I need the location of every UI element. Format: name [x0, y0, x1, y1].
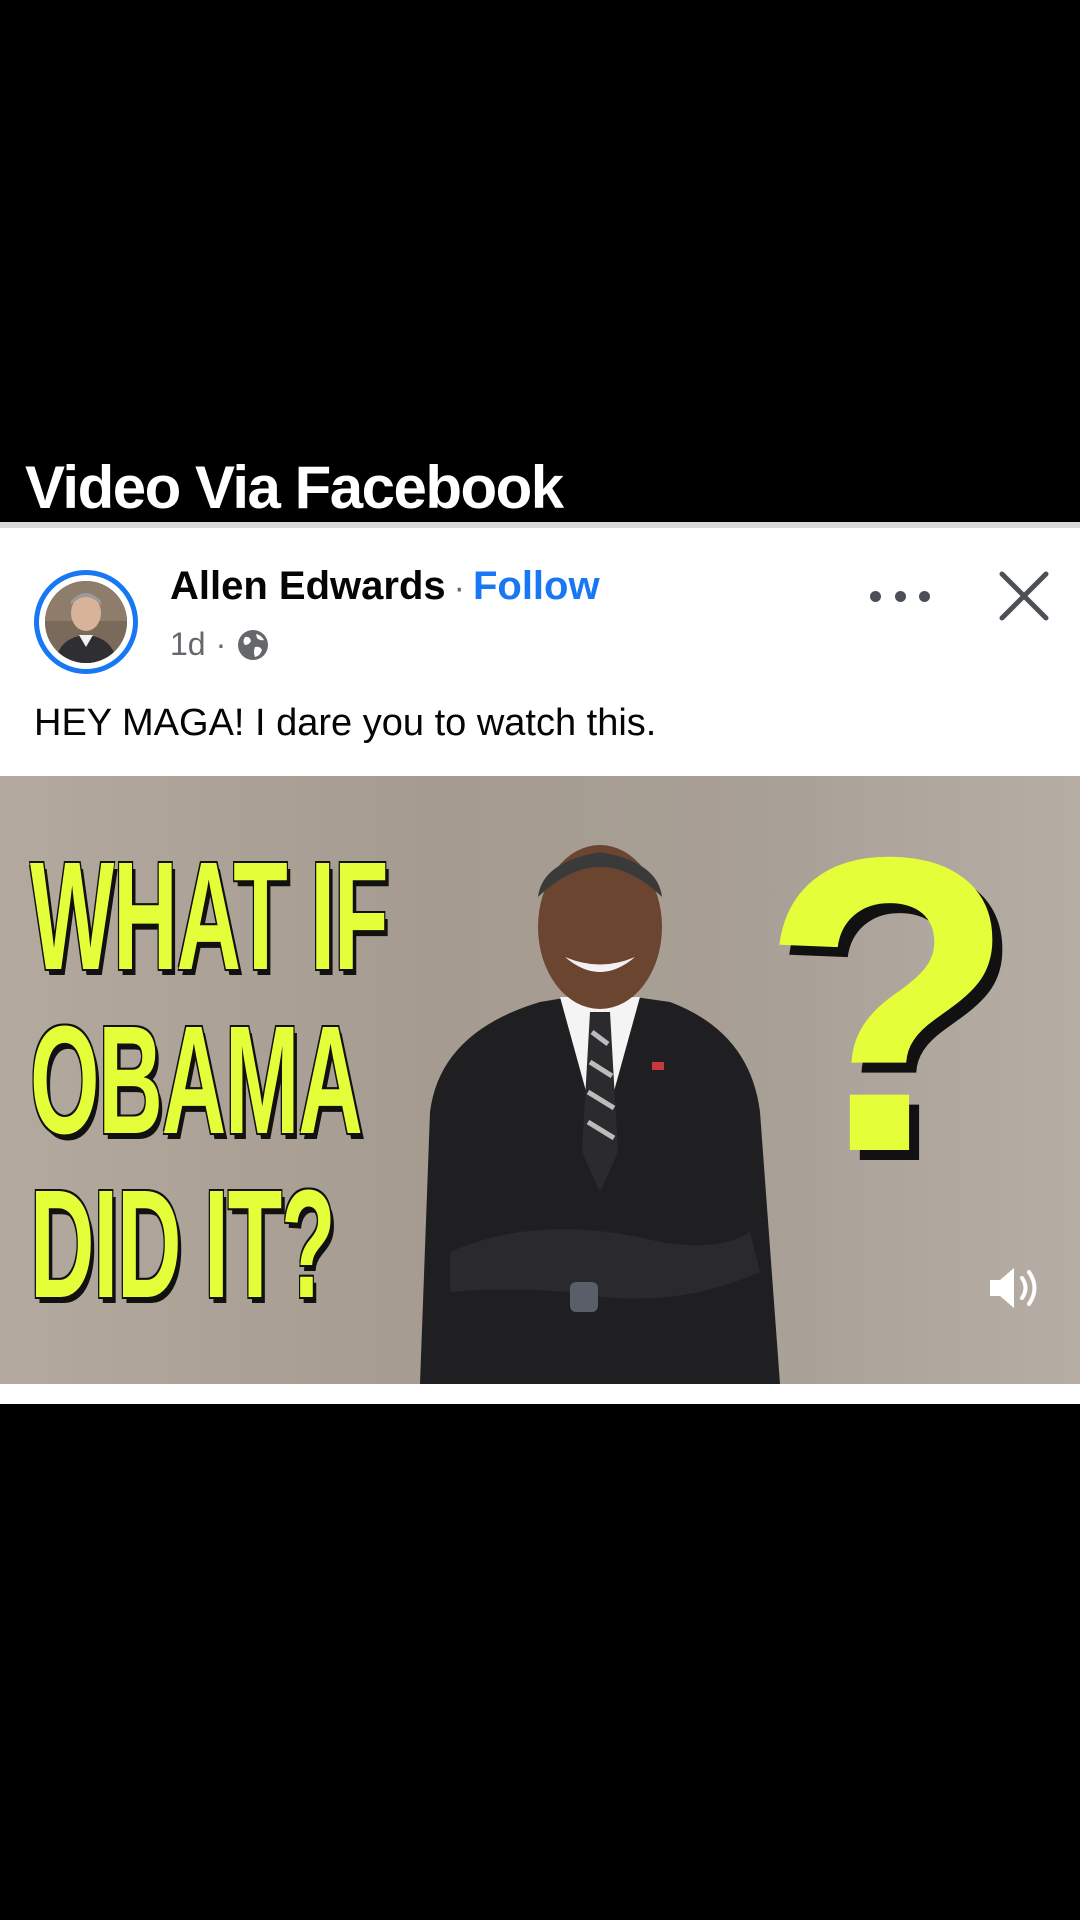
- name-separator: ·: [453, 569, 465, 607]
- post-meta: 1d ·: [170, 626, 270, 663]
- screen: Video Via Facebook Allen Edwards · Follow …: [0, 0, 1080, 1920]
- author-line: Allen Edwards · Follow: [170, 564, 600, 609]
- thumbnail-line: DID IT?: [30, 1158, 336, 1330]
- dot: [894, 590, 906, 602]
- card-footer-strip: [0, 1384, 1080, 1404]
- question-mark: ?: [760, 776, 1017, 1240]
- more-options-icon[interactable]: [870, 576, 930, 616]
- author-name[interactable]: Allen Edwards: [170, 564, 446, 608]
- video-caption: Video Via Facebook: [25, 454, 564, 521]
- meta-separator: ·: [215, 626, 227, 662]
- volume-icon[interactable]: [986, 1260, 1046, 1316]
- dot: [870, 590, 881, 602]
- dot: [919, 590, 930, 602]
- video-player[interactable]: WHAT IF OBAMA DID IT? ?: [0, 776, 1080, 1384]
- avatar[interactable]: [34, 570, 138, 674]
- thumbnail-line: OBAMA: [30, 994, 363, 1166]
- thumbnail-title: WHAT IF OBAMA DID IT?: [30, 830, 388, 1330]
- follow-button[interactable]: Follow: [473, 564, 600, 608]
- facebook-post-card: Allen Edwards · Follow 1d · HEY MAGA! I …: [0, 522, 1080, 1404]
- post-time[interactable]: 1d: [170, 626, 206, 663]
- avatar-photo: [45, 581, 127, 663]
- person-image: [420, 845, 780, 1384]
- thumbnail-line: WHAT IF: [30, 830, 388, 1002]
- globe-icon: [236, 628, 270, 662]
- post-text: HEY MAGA! I dare you to watch this.: [34, 702, 657, 744]
- close-icon[interactable]: [996, 568, 1052, 624]
